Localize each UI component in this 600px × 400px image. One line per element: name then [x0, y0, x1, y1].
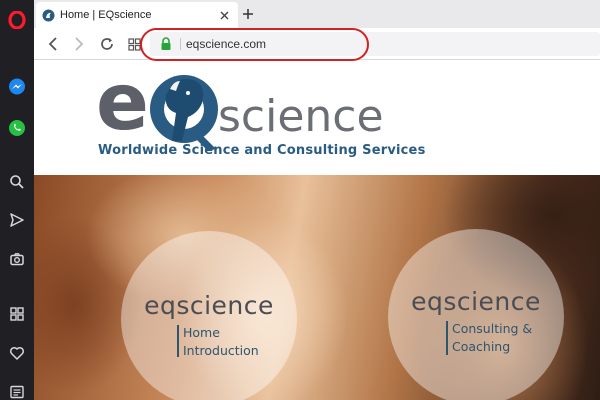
circle-brand-text: eqscience	[411, 287, 541, 316]
opera-logo-icon[interactable]	[5, 8, 29, 32]
circle-brand-text: eqscience	[144, 291, 274, 320]
back-arrow-icon[interactable]	[45, 36, 61, 52]
tab-home[interactable]: Home | EQscience	[36, 2, 238, 28]
whatsapp-icon[interactable]	[5, 116, 29, 140]
hero-banner: eqscience Home Introduction eqscience Co…	[34, 175, 600, 400]
consulting-coaching-circle[interactable]: eqscience Consulting & Coaching	[388, 229, 564, 400]
site-favicon-icon	[42, 9, 55, 22]
url-highlight-annotation	[140, 28, 369, 61]
heart-icon[interactable]	[5, 341, 29, 365]
circle-link-home[interactable]: Home	[183, 325, 220, 340]
new-tab-icon[interactable]	[240, 6, 256, 22]
browser-sidebar	[0, 0, 34, 400]
tab-strip: Home | EQscience	[34, 0, 600, 28]
reload-icon[interactable]	[99, 36, 115, 52]
circle-divider	[177, 325, 179, 357]
search-icon[interactable]	[5, 170, 29, 194]
camera-icon[interactable]	[5, 247, 29, 271]
grid-icon[interactable]	[5, 302, 29, 326]
logo-letter-e: e	[96, 67, 149, 148]
home-introduction-circle[interactable]: eqscience Home Introduction	[121, 231, 297, 400]
circle-divider	[446, 321, 448, 355]
logo-wordmark: science	[218, 91, 384, 142]
close-tab-icon[interactable]	[216, 7, 232, 23]
tab-title: Home | EQscience	[60, 9, 152, 21]
messenger-icon[interactable]	[5, 75, 29, 99]
news-icon[interactable]	[5, 380, 29, 400]
site-header: e science Worldwide Science and Consulti…	[34, 61, 600, 175]
circle-link-coaching[interactable]: Coaching	[452, 339, 510, 354]
forward-arrow-icon[interactable]	[71, 36, 87, 52]
circle-link-introduction[interactable]: Introduction	[183, 343, 259, 358]
send-icon[interactable]	[5, 208, 29, 232]
circle-link-consulting[interactable]: Consulting &	[452, 321, 532, 336]
site-tagline: Worldwide Science and Consulting Service…	[98, 143, 426, 158]
